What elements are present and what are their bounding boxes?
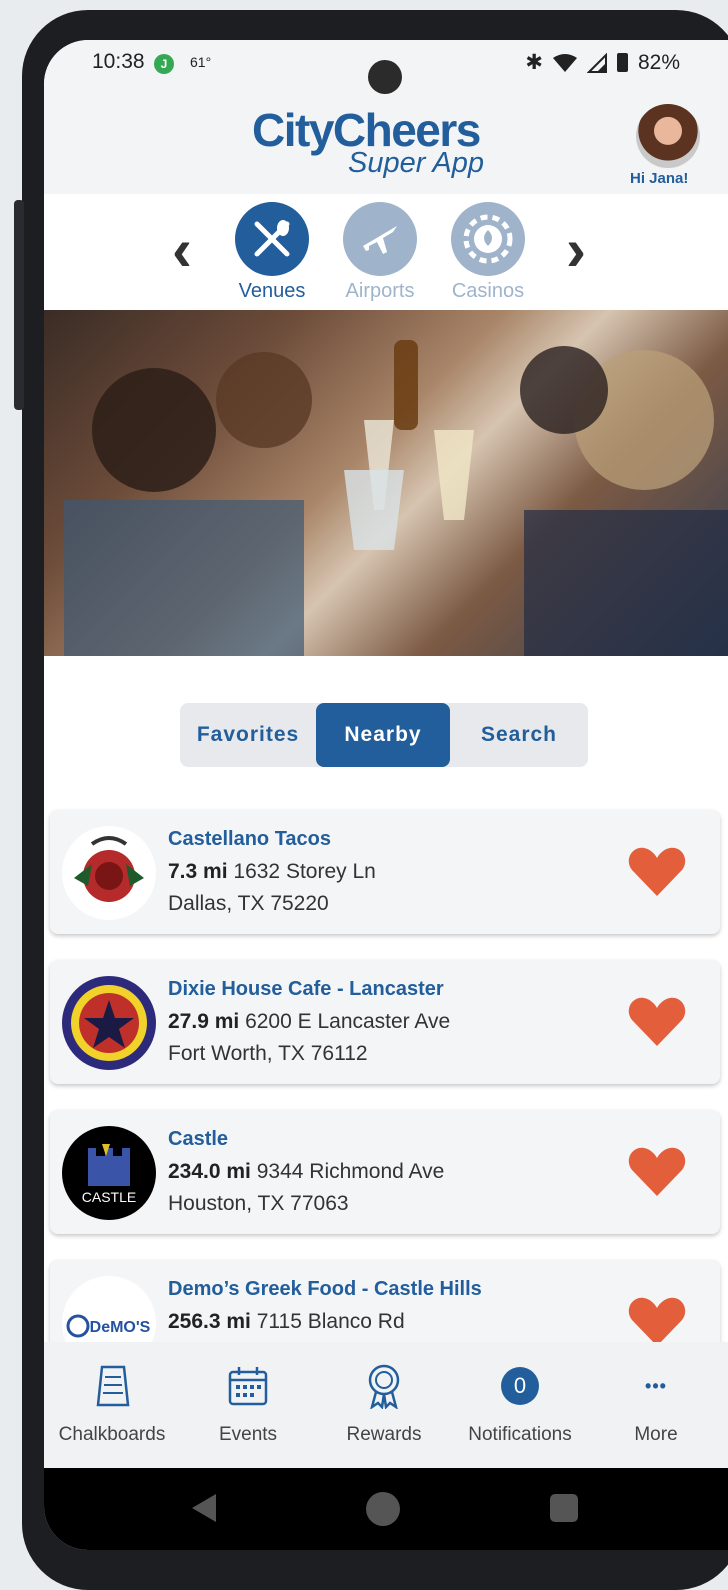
app-logo: CityCheers Super App [252,106,522,178]
list-mode-tabs: Favorites Nearby Search [180,703,588,767]
venue-city: Houston, TX 77063 [168,1192,349,1215]
venue-address: 256.3 mi 7115 Blanco Rd [168,1310,405,1334]
category-label: Airports [345,280,415,302]
category-casinos[interactable]: Casinos [438,202,538,303]
venue-logo-text: CASTLE [82,1189,136,1205]
casino-chip-icon [451,202,525,276]
screen: 10:38 J 61° ✱ 82% CityCheers Super App H… [44,40,728,1550]
heart-icon[interactable] [628,846,686,898]
nav-more[interactable]: ••• More [588,1362,724,1446]
venue-address: 234.0 mi 9344 Richmond Ave [168,1160,444,1184]
tab-nearby[interactable]: Nearby [316,703,450,767]
nav-notifications[interactable]: 0 Notifications [452,1362,588,1446]
user-avatar[interactable] [636,104,700,168]
venue-city: Fort Worth, TX 76112 [168,1042,368,1065]
battery-icon [616,53,628,72]
category-venues[interactable]: Venues [222,202,322,303]
nav-events[interactable]: Events [180,1362,316,1446]
airplane-icon [343,202,417,276]
venue-distance: 256.3 mi [168,1310,251,1333]
tab-favorites[interactable]: Favorites [180,703,316,767]
venue-distance: 7.3 mi [168,860,228,883]
phone-side-button [14,200,24,410]
category-label: Casinos [451,280,525,302]
venue-distance: 27.9 mi [168,1010,240,1033]
home-circle-icon[interactable] [366,1492,400,1526]
system-navigation-bar [44,1468,728,1550]
venue-city: Dallas, TX 75220 [168,892,329,915]
bottom-navigation: Chalkboards Events Rewards 0 Notificatio… [44,1342,728,1468]
app-header: CityCheers Super App Hi Jana! [44,102,728,194]
venue-street: 7115 Blanco Rd [256,1310,405,1333]
back-triangle-icon[interactable] [190,1492,218,1524]
chevron-left-icon[interactable]: ‹ [172,220,192,280]
hero-image [44,310,728,656]
nav-label: Chalkboards [58,1424,166,1445]
category-airports[interactable]: Airports [330,202,430,303]
heart-icon[interactable] [628,996,686,1048]
venue-logo [62,826,156,920]
nav-label: Events [218,1424,278,1445]
venue-street: 6200 E Lancaster Ave [245,1010,451,1033]
chalkboard-icon [44,1362,180,1410]
venue-card[interactable]: Castellano Tacos 7.3 mi 1632 Storey Ln D… [50,810,720,934]
category-label: Venues [238,280,306,302]
greeting: Hi Jana! [630,170,689,187]
venue-logo: CASTLE [62,1126,156,1220]
heart-icon[interactable] [628,1146,686,1198]
venue-logo [62,976,156,1070]
status-temperature: 61° [190,54,212,70]
nav-rewards[interactable]: Rewards [316,1362,452,1446]
notification-count: 0 [501,1367,539,1405]
brand-subtitle: Super App [348,147,484,179]
nav-label: Rewards [346,1424,422,1445]
venue-address: 7.3 mi 1632 Storey Ln [168,860,376,884]
venue-street: 1632 Storey Ln [233,860,376,883]
more-dots-glyph: ••• [645,1375,667,1396]
category-carousel: ‹ Venues Airports Casinos › [44,194,728,310]
venue-logo-text: DeMO'S [90,1319,151,1336]
nav-chalkboards[interactable]: Chalkboards [44,1362,180,1446]
venue-card[interactable]: Dixie House Cafe - Lancaster 27.9 mi 620… [50,960,720,1084]
recents-square-icon[interactable] [550,1494,578,1522]
status-bar: 10:38 J 61° ✱ 82% [44,40,728,102]
tab-search[interactable]: Search [450,703,588,767]
calendar-icon [180,1362,316,1410]
venue-address: 27.9 mi 6200 E Lancaster Ave [168,1010,450,1034]
camera-cutout [368,60,402,94]
rewards-badge-icon [316,1362,452,1410]
status-badge: J [154,54,174,74]
bluetooth-icon: ✱ [525,51,543,74]
status-icons: ✱ 82% [525,50,680,75]
venue-distance: 234.0 mi [168,1160,251,1183]
nav-label: More [634,1424,678,1445]
wifi-icon [552,53,577,72]
venue-name: Dixie House Cafe - Lancaster [168,978,444,1000]
venue-name: Castellano Tacos [168,828,332,850]
venue-name: Demo’s Greek Food - Castle Hills [168,1278,482,1300]
venue-card[interactable]: CASTLE Castle 234.0 mi 9344 Richmond Ave… [50,1110,720,1234]
notification-count-icon: 0 [452,1362,588,1410]
fork-knife-icon [235,202,309,276]
chevron-right-icon[interactable]: › [566,220,586,280]
nav-label: Notifications [468,1424,572,1445]
heart-icon[interactable] [628,1296,686,1348]
status-time: 10:38 [92,50,145,73]
more-dots-icon: ••• [588,1362,724,1410]
battery-percent: 82% [637,50,680,74]
venue-street: 9344 Richmond Ave [256,1160,445,1183]
signal-icon [586,52,607,73]
venue-name: Castle [168,1128,229,1150]
